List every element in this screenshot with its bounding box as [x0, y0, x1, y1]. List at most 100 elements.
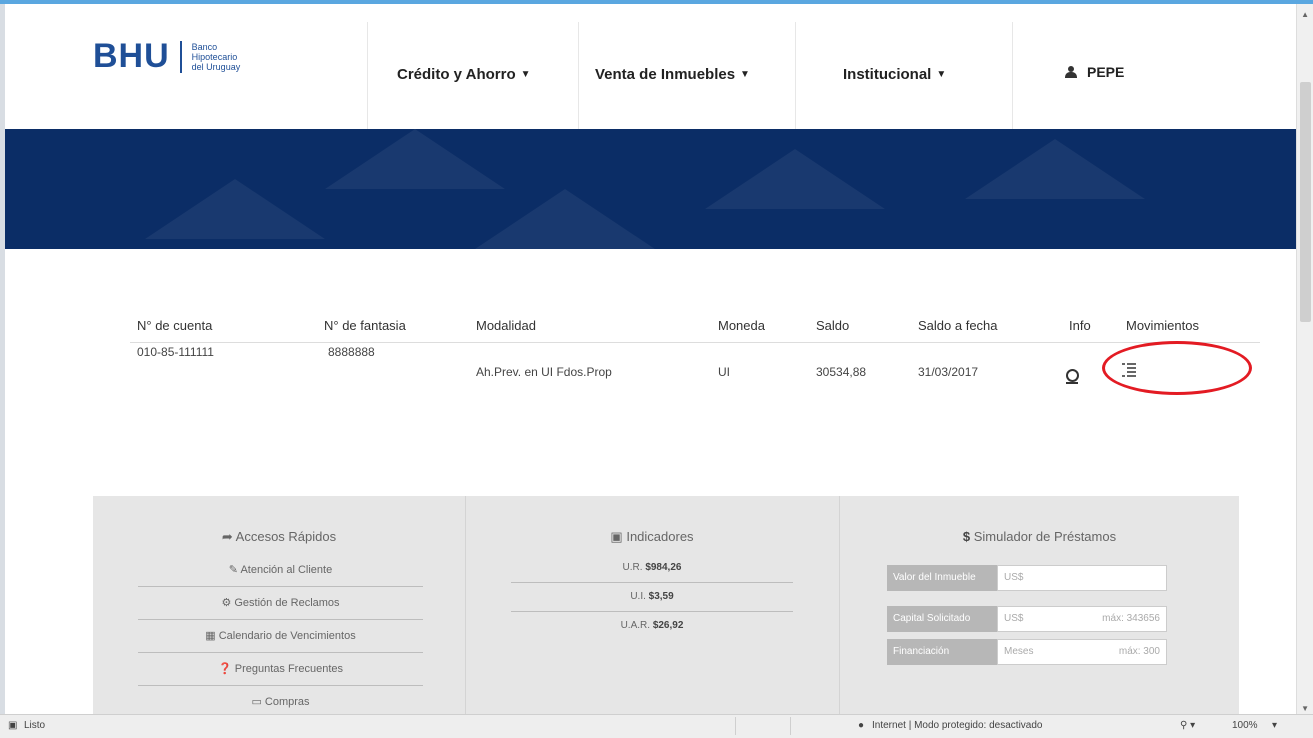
credit-card-icon: ▭ — [251, 696, 262, 708]
sim-placeholder: US$ — [1004, 613, 1024, 624]
indicator-label: U.R. — [622, 562, 643, 573]
simulator-panel: $ Simulador de Préstamos Valor del Inmue… — [840, 496, 1239, 714]
search-icon[interactable] — [1066, 369, 1079, 384]
money-icon: ▣ — [610, 529, 623, 544]
zoom-level[interactable]: 100% — [1232, 720, 1258, 731]
quick-access-title-text: Accesos Rápidos — [235, 529, 337, 544]
quick-access-panel: ➦ Accesos Rápidos ✎ Atención al Cliente … — [93, 496, 465, 714]
banner-shape — [325, 129, 505, 189]
link-preguntas-frecuentes[interactable]: ❓ Preguntas Frecuentes — [138, 653, 423, 686]
nav-credito-ahorro-label: Crédito y Ahorro — [397, 66, 516, 83]
logo-text: BHU — [93, 37, 170, 75]
col-header: Movimientos — [1126, 318, 1199, 333]
bhu-logo[interactable]: BHU Banco Hipotecario del Uruguay — [93, 37, 240, 76]
dollar-icon: $ — [962, 529, 971, 544]
cell-modalidad: Ah.Prev. en UI Fdos.Prop — [476, 365, 612, 379]
cell-cuenta: 010-85-111111 — [137, 345, 214, 359]
sim-placeholder: Meses — [1004, 646, 1034, 657]
accounts-table: N° de cuenta N° de fantasia Modalidad Mo… — [130, 312, 1260, 384]
scroll-down-icon[interactable]: ▼ — [1301, 704, 1309, 713]
banner-shape — [475, 189, 655, 249]
nav-venta-inmuebles[interactable]: Venta de Inmuebles ▼ — [595, 66, 750, 83]
caret-down-icon: ▼ — [520, 69, 531, 80]
browser-status-bar: ▣ Listo ● Internet | Modo protegido: des… — [0, 714, 1313, 738]
sim-field-capital: Capital Solicitado US$ máx: 343656 — [887, 606, 1167, 632]
caret-down-icon: ▼ — [936, 69, 947, 80]
col-header: Info — [1069, 318, 1091, 333]
indicator-value: $26,92 — [652, 620, 684, 631]
quick-access-title: ➦ Accesos Rápidos — [93, 529, 465, 545]
page-icon: ▣ — [8, 720, 18, 731]
financiacion-input[interactable]: Meses máx: 300 — [997, 639, 1167, 665]
statusbar-divider — [735, 717, 736, 735]
col-header: Saldo — [816, 318, 850, 333]
indicator-value: $984,26 — [645, 562, 682, 573]
logo-sub-line-3: del Uruguay — [191, 61, 241, 72]
link-label: Gestión de Reclamos — [234, 597, 340, 609]
col-header: Saldo a fecha — [918, 318, 998, 333]
link-label: Preguntas Frecuentes — [234, 663, 343, 675]
banner-shape — [145, 179, 325, 239]
link-label: Compras — [264, 696, 310, 708]
indicator-row: U.A.R. $26,92 — [511, 612, 793, 640]
scroll-up-icon[interactable]: ▲ — [1301, 10, 1309, 19]
zoom-icon[interactable]: ⚲ ▾ — [1180, 720, 1195, 731]
link-label: Calendario de Vencimientos — [218, 630, 356, 642]
share-arrow-icon: ➦ — [221, 529, 233, 544]
link-atencion-cliente[interactable]: ✎ Atención al Cliente — [138, 554, 423, 587]
sim-placeholder: US$ — [1004, 572, 1024, 583]
banner-shape — [965, 139, 1145, 199]
question-circle-icon: ❓ — [218, 663, 232, 675]
col-header: Moneda — [718, 318, 765, 333]
table-header: N° de cuenta N° de fantasia Modalidad Mo… — [130, 312, 1260, 343]
logo-separator — [179, 40, 182, 73]
indicators-title-text: Indicadores — [626, 529, 694, 544]
nav-institucional[interactable]: Institucional ▼ — [843, 66, 946, 83]
sim-label: Valor del Inmueble — [887, 565, 997, 591]
caret-down-icon: ▼ — [740, 69, 750, 80]
user-menu[interactable]: PEPE — [1065, 64, 1124, 80]
statusbar-divider — [790, 717, 791, 735]
user-icon — [1065, 66, 1077, 78]
nav-institucional-label: Institucional — [843, 66, 932, 83]
logo-sub-line-2: Hipotecario — [191, 51, 238, 62]
sim-hint: máx: 343656 — [1102, 613, 1160, 624]
nav-divider — [795, 22, 796, 129]
footer-panels: ➦ Accesos Rápidos ✎ Atención al Cliente … — [93, 496, 1239, 714]
status-text: Listo — [24, 720, 46, 731]
scroll-thumb[interactable] — [1300, 82, 1311, 322]
sim-label: Capital Solicitado — [887, 606, 997, 632]
sim-field-valor: Valor del Inmueble US$ — [887, 565, 1167, 591]
edit-icon: ✎ — [228, 564, 239, 576]
indicator-label: U.A.R. — [620, 620, 651, 631]
indicator-value: $3,59 — [648, 591, 674, 602]
gear-icon: ⚙ — [221, 597, 232, 609]
nav-divider — [1012, 22, 1013, 129]
cell-moneda: UI — [718, 365, 730, 379]
cell-saldo: 30534,88 — [816, 365, 867, 379]
logo-sub-line-1: Banco — [191, 41, 218, 52]
security-zone[interactable]: Internet | Modo protegido: desactivado — [872, 720, 1042, 731]
vertical-scrollbar[interactable]: ▲ ▼ — [1296, 4, 1313, 714]
capital-solicitado-input[interactable]: US$ máx: 343656 — [997, 606, 1167, 632]
nav-credito-ahorro[interactable]: Crédito y Ahorro ▼ — [397, 66, 531, 83]
sim-field-financiacion: Financiación Meses máx: 300 — [887, 639, 1167, 665]
user-name: PEPE — [1087, 64, 1125, 80]
hero-banner — [5, 129, 1297, 249]
sim-label: Financiación — [887, 639, 997, 665]
banner-shape — [705, 149, 885, 209]
col-header: N° de fantasia — [324, 318, 406, 333]
link-calendario-vencimientos[interactable]: ▦ Calendario de Vencimientos — [138, 620, 423, 653]
indicators-title: ▣ Indicadores — [466, 529, 838, 545]
zoom-dropdown-icon[interactable]: ▾ — [1272, 720, 1277, 731]
nav-divider — [578, 22, 579, 129]
cell-fecha: 31/03/2017 — [918, 365, 979, 379]
logo-subtitle: Banco Hipotecario del Uruguay — [192, 42, 241, 72]
indicators-panel: ▣ Indicadores U.R. $984,26 U.I. $3,59 U.… — [466, 496, 838, 714]
valor-inmueble-input[interactable]: US$ — [997, 565, 1167, 591]
col-header: N° de cuenta — [137, 318, 213, 333]
simulator-title: $ Simulador de Préstamos — [840, 529, 1239, 544]
link-gestion-reclamos[interactable]: ⚙ Gestión de Reclamos — [138, 587, 423, 620]
highlight-annotation — [1102, 341, 1252, 395]
indicator-label: U.I. — [630, 591, 646, 602]
